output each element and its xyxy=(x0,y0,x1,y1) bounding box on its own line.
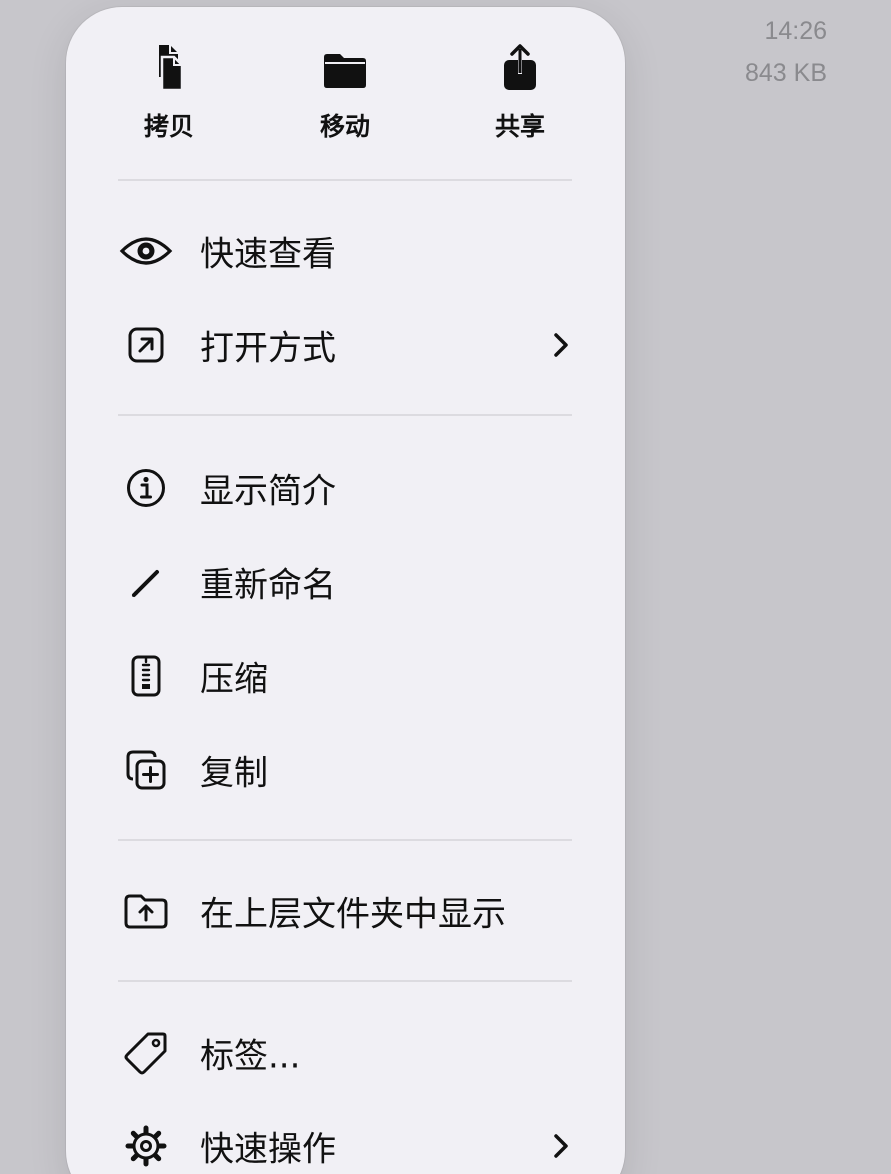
menu-item-label: 复制 xyxy=(200,753,268,794)
open-external-icon xyxy=(118,323,174,367)
separator xyxy=(118,839,572,841)
copy-label: 拷贝 xyxy=(143,112,194,141)
folder-up-icon xyxy=(118,889,174,933)
menu-item-duplicate[interactable]: 复制 xyxy=(118,728,572,812)
menu-item-show-in-enclosing-folder[interactable]: 在上层文件夹中显示 xyxy=(118,869,572,953)
separator xyxy=(118,980,572,982)
menu-item-quick-actions[interactable]: 快速操作 xyxy=(118,1104,572,1174)
pencil-icon xyxy=(118,560,174,604)
separator xyxy=(118,179,572,181)
menu-item-label: 压缩 xyxy=(200,659,268,700)
menu-item-rename[interactable]: 重新命名 xyxy=(118,540,572,624)
share-icon xyxy=(497,43,543,93)
menu-item-label: 快速操作 xyxy=(200,1129,336,1170)
move-button[interactable]: 移动 xyxy=(280,43,410,143)
menu-item-label: 快速查看 xyxy=(200,234,336,275)
duplicate-plus-icon xyxy=(118,748,174,792)
info-circle-icon xyxy=(118,466,174,510)
copy-button[interactable]: 拷贝 xyxy=(104,43,234,143)
file-size: 843 KB xyxy=(744,59,827,87)
menu-item-label: 重新命名 xyxy=(200,565,336,606)
file-info: 14:26 843 KB xyxy=(745,10,827,94)
context-menu: 拷贝 移动 共享 快速查看 打开方式 显示简介 重新命名 压缩 复制 在上层文件… xyxy=(66,7,625,1174)
chevron-right-icon xyxy=(550,330,572,360)
menu-item-get-info[interactable]: 显示简介 xyxy=(118,446,572,530)
menu-item-label: 打开方式 xyxy=(200,328,336,369)
chevron-right-icon xyxy=(550,1131,572,1161)
top-actions: 拷贝 移动 共享 xyxy=(66,7,625,179)
move-label: 移动 xyxy=(319,112,370,141)
tag-icon xyxy=(118,1031,174,1075)
menu-item-label: 在上层文件夹中显示 xyxy=(200,894,506,935)
eye-icon xyxy=(118,229,174,273)
menu-item-label: 标签... xyxy=(200,1036,301,1077)
menu-item-compress[interactable]: 压缩 xyxy=(118,634,572,718)
menu-item-label: 显示简介 xyxy=(200,471,336,512)
share-button[interactable]: 共享 xyxy=(455,43,585,143)
folder-icon xyxy=(322,43,368,93)
menu-item-quick-look[interactable]: 快速查看 xyxy=(118,209,572,293)
gear-icon xyxy=(118,1124,174,1168)
file-time: 14:26 xyxy=(764,17,827,45)
menu-item-tags[interactable]: 标签... xyxy=(118,1011,572,1095)
copy-doc-icon xyxy=(146,43,192,93)
separator xyxy=(118,414,572,416)
share-label: 共享 xyxy=(494,112,545,141)
zip-icon xyxy=(118,654,174,698)
menu-item-open-with[interactable]: 打开方式 xyxy=(118,303,572,387)
